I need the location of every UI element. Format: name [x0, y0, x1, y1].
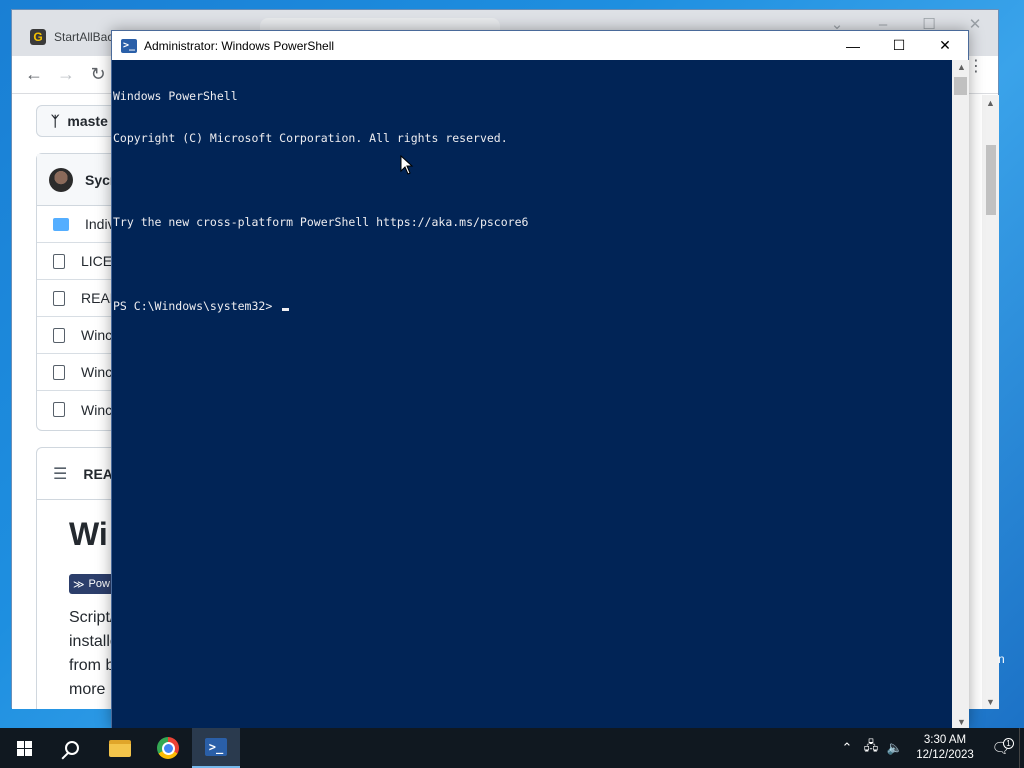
readme-tab-label[interactable]: REA [83, 466, 113, 482]
file-icon [53, 253, 65, 269]
chrome-icon [157, 737, 179, 759]
window-title: Administrator: Windows PowerShell [144, 38, 335, 53]
prompt-line[interactable]: PS C:\Windows\system32> [113, 299, 952, 313]
powershell-icon: ≫ [73, 578, 85, 591]
avatar[interactable] [49, 167, 73, 192]
scroll-down-icon[interactable]: ▼ [957, 717, 966, 727]
volume-muted-icon[interactable]: 🔈 [883, 740, 907, 756]
start-button[interactable] [0, 728, 48, 768]
taskbar: >_ ⌃ 🖧 🔈 3:30 AM 12/12/2023 🗨 1 [0, 728, 1024, 768]
browser-menu-icon[interactable]: ⋮ [968, 59, 984, 75]
file-icon [53, 290, 65, 306]
notification-count: 1 [1003, 738, 1014, 749]
file-icon [53, 327, 65, 343]
reload-icon[interactable]: ↻ [86, 62, 110, 86]
list-icon[interactable]: ☰ [53, 464, 67, 484]
search-button[interactable] [48, 728, 96, 768]
folder-icon [109, 739, 131, 757]
scroll-down-icon[interactable]: ▼ [986, 697, 995, 707]
prompt-text: PS C:\Windows\system32> [113, 299, 280, 313]
badge-label: Pow [88, 578, 110, 590]
chevron-up-icon[interactable]: ⌃ [835, 740, 859, 756]
site-favicon-icon: G [30, 29, 46, 45]
console-output[interactable]: Windows PowerShell Copyright (C) Microso… [112, 60, 952, 729]
window-controls: — ☐ ✕ [830, 31, 968, 60]
scroll-up-icon[interactable]: ▲ [957, 62, 966, 72]
action-center-button[interactable]: 🗨 1 [983, 738, 1019, 757]
powershell-titlebar[interactable]: >_ Administrator: Windows PowerShell — ☐… [112, 31, 968, 60]
file-explorer-button[interactable] [96, 728, 144, 768]
system-tray: ⌃ 🖧 🔈 3:30 AM 12/12/2023 🗨 1 [835, 728, 1024, 768]
clock[interactable]: 3:30 AM 12/12/2023 [913, 733, 977, 763]
file-name[interactable]: Winc [81, 402, 112, 418]
clock-date: 12/12/2023 [916, 749, 974, 761]
minimize-icon[interactable]: — [830, 31, 876, 60]
chrome-button[interactable] [144, 728, 192, 768]
forward-arrow-icon[interactable]: → [54, 62, 78, 86]
scroll-up-icon[interactable]: ▲ [986, 98, 995, 108]
console-line: Windows PowerShell [113, 89, 238, 103]
branch-icon: ᛉ [51, 113, 60, 129]
search-icon [65, 741, 79, 755]
file-name[interactable]: Winc [81, 327, 112, 343]
show-desktop-button[interactable] [1019, 728, 1024, 768]
folder-icon [53, 217, 69, 231]
branch-name: maste [67, 113, 108, 129]
desktop-edge-text: n [998, 652, 1005, 666]
back-arrow-icon[interactable]: ← [22, 62, 46, 86]
file-name[interactable]: LICE [81, 253, 112, 269]
browser-tab-title: StartAllBac [54, 30, 114, 44]
scroll-thumb[interactable] [954, 77, 967, 95]
text-cursor [282, 308, 290, 311]
scroll-thumb[interactable] [986, 145, 996, 215]
console-line: Copyright (C) Microsoft Corporation. All… [113, 131, 508, 145]
file-icon [53, 364, 65, 380]
network-icon[interactable]: 🖧 [859, 737, 883, 759]
powershell-icon[interactable]: >_ [121, 38, 137, 53]
powershell-taskbar-button[interactable]: >_ [192, 728, 240, 768]
console-line: Try the new cross-platform PowerShell ht… [113, 215, 529, 229]
file-name[interactable]: Winc [81, 364, 112, 380]
mouse-pointer-icon [400, 155, 414, 175]
readme-title: Wi [69, 516, 108, 552]
page-scrollbar[interactable]: ▲ ▼ [982, 95, 999, 709]
windows-logo-icon [16, 740, 32, 756]
clock-time: 3:30 AM [923, 734, 967, 746]
console-scrollbar[interactable]: ▲ ▼ [952, 60, 969, 729]
close-icon[interactable]: ✕ [922, 31, 968, 60]
powershell-icon: >_ [205, 738, 227, 756]
powershell-window: >_ Administrator: Windows PowerShell — ☐… [111, 30, 969, 729]
file-icon [53, 402, 65, 417]
maximize-icon[interactable]: ☐ [876, 31, 922, 60]
